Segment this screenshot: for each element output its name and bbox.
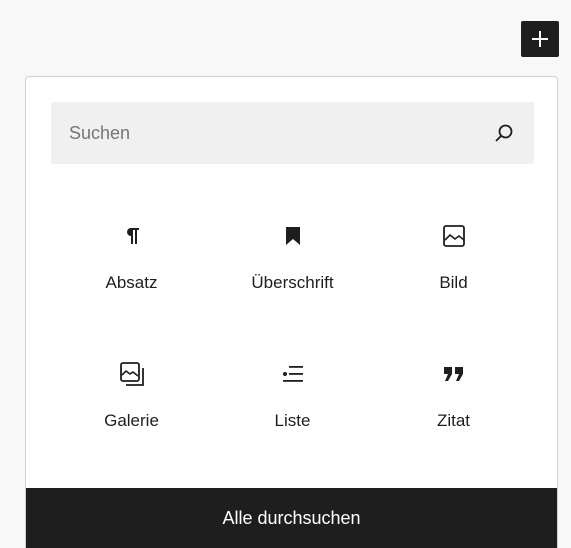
block-label: Absatz bbox=[105, 273, 158, 292]
block-item-image[interactable]: Bild bbox=[373, 197, 534, 335]
plus-icon bbox=[532, 31, 548, 47]
block-label: Bild bbox=[439, 273, 468, 292]
block-grid: Absatz Überschrift Bild Galerie Liste Zi… bbox=[51, 197, 534, 473]
inserter-toggle-button[interactable] bbox=[521, 21, 559, 57]
quote-icon bbox=[439, 359, 469, 389]
block-label: Liste bbox=[274, 411, 311, 430]
paragraph-icon bbox=[117, 221, 147, 251]
block-item-quote[interactable]: Zitat bbox=[373, 335, 534, 473]
block-inserter-popover: Absatz Überschrift Bi bbox=[25, 76, 558, 548]
block-item-list[interactable]: Liste bbox=[212, 335, 373, 473]
heading-bookmark-icon bbox=[278, 221, 308, 251]
block-label: Zitat bbox=[436, 411, 471, 430]
search-icon[interactable] bbox=[492, 121, 516, 145]
search-input[interactable] bbox=[69, 113, 492, 153]
block-item-paragraph[interactable]: Absatz bbox=[51, 197, 212, 335]
block-item-gallery[interactable]: Galerie bbox=[51, 335, 212, 473]
image-icon bbox=[439, 221, 469, 251]
search-box bbox=[51, 102, 534, 164]
block-label: Überschrift bbox=[251, 273, 334, 292]
block-label: Galerie bbox=[104, 411, 159, 430]
list-icon bbox=[278, 359, 308, 389]
browse-all-button[interactable]: Alle durchsuchen bbox=[26, 488, 557, 548]
editor-canvas: Absatz Überschrift Bi bbox=[0, 0, 571, 548]
gallery-icon bbox=[117, 359, 147, 389]
block-item-heading[interactable]: Überschrift bbox=[212, 197, 373, 335]
